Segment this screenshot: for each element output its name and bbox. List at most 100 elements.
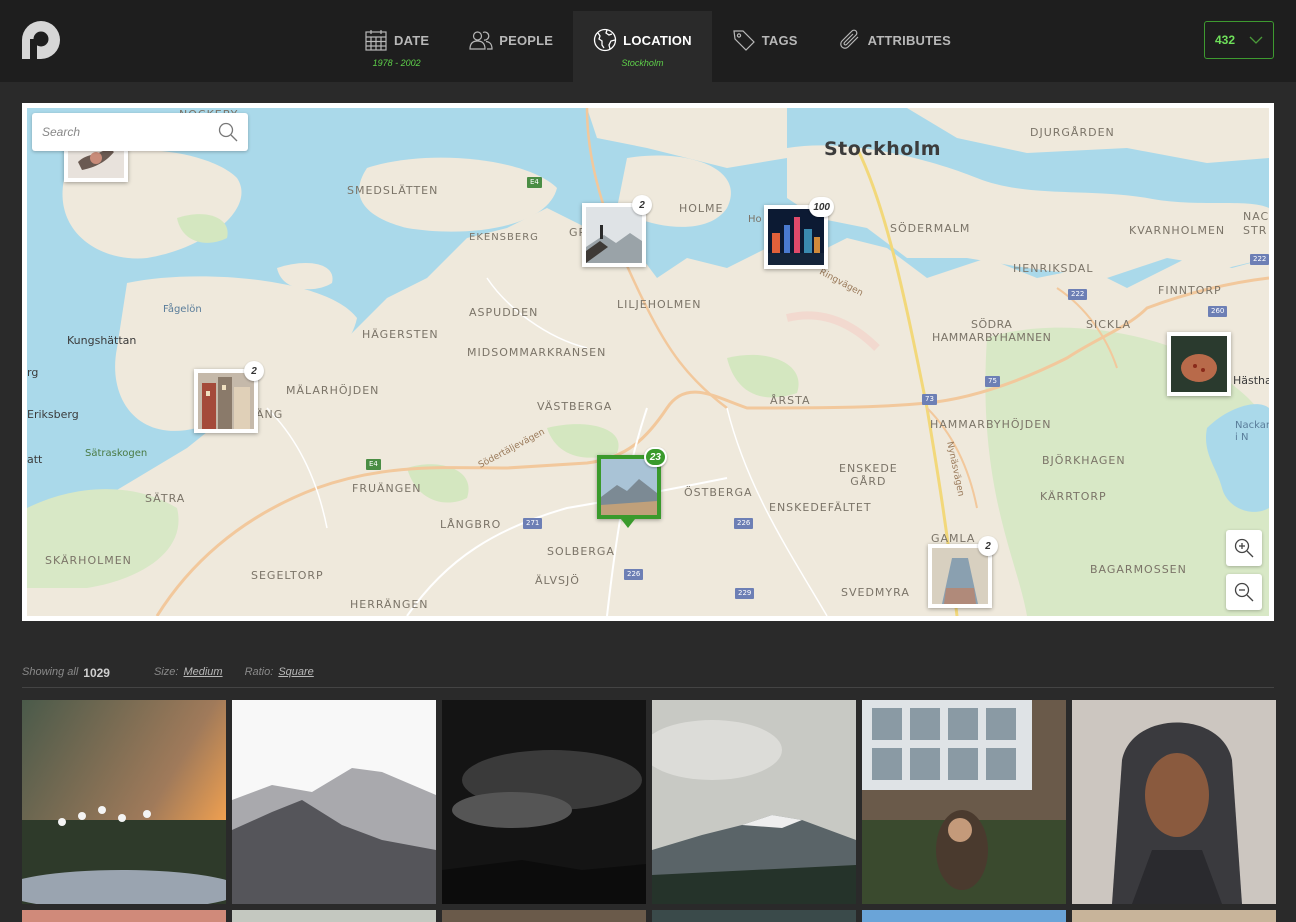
photo-tile[interactable] xyxy=(232,910,436,922)
photo-thumbnail xyxy=(22,910,226,922)
photo-tile[interactable] xyxy=(232,700,436,904)
road-shield: 260 xyxy=(1208,306,1228,317)
map-label-vastberga: VÄSTBERGA xyxy=(537,400,613,413)
map-label-sodermalm: SÖDERMALM xyxy=(890,222,971,235)
map-label-smedslatten: SMEDSLÄTTEN xyxy=(347,184,439,197)
map-label-rg: rg xyxy=(27,366,39,379)
tab-location-value: Stockholm xyxy=(621,58,664,68)
tab-attributes-label: ATTRIBUTES xyxy=(867,32,952,48)
road-shield: 75 xyxy=(985,376,1000,387)
road-shield: 229 xyxy=(735,588,755,599)
app-logo-icon[interactable] xyxy=(22,21,60,59)
map-label-att: att xyxy=(27,453,43,466)
zoom-in-button[interactable] xyxy=(1226,530,1262,566)
tab-people-label: PEOPLE xyxy=(499,32,554,48)
map-search-box xyxy=(32,113,248,151)
photo-tile[interactable] xyxy=(652,910,856,922)
map-label-ho: Ho xyxy=(748,214,762,225)
photo-tile[interactable] xyxy=(862,700,1066,904)
photo-tile[interactable] xyxy=(652,700,856,904)
pin-malarhojden[interactable]: 2 xyxy=(194,361,264,433)
ratio-selector[interactable]: Square xyxy=(278,666,313,678)
photo-tile[interactable] xyxy=(22,910,226,922)
photo-thumbnail xyxy=(862,700,1066,904)
photo-thumbnail xyxy=(652,910,856,922)
road-shield: 222 xyxy=(1068,289,1088,300)
top-bar: DATE 1978 - 2002 PEOPLE LOCATION Stockho… xyxy=(0,0,1296,82)
globe-icon xyxy=(594,28,617,52)
pin-thumbnail xyxy=(932,548,988,604)
tab-location[interactable]: LOCATION Stockholm xyxy=(573,11,712,82)
map-label-sickla: SICKLA xyxy=(1086,318,1132,331)
map-label-nac: NAC xyxy=(1243,210,1269,223)
tab-people[interactable]: PEOPLE xyxy=(449,11,573,82)
map-label-fagelon: Fågelön xyxy=(163,304,202,315)
map-label-alvsjo: ÄLVSJÖ xyxy=(535,574,580,587)
map-label-enskede-gard: ENSKEDE GÅRD xyxy=(839,462,898,488)
ratio-label: Ratio: xyxy=(244,666,274,678)
pin-hornstull[interactable]: 2 xyxy=(582,195,652,267)
result-count-dropdown[interactable]: 432 xyxy=(1204,21,1274,59)
photo-tile[interactable] xyxy=(1072,700,1276,904)
map-view[interactable]: Stockholm DJURGÅRDEN NOCKEBY SMEDSLÄTTEN… xyxy=(27,108,1269,616)
photo-tile[interactable] xyxy=(442,910,646,922)
tab-date-range: 1978 - 2002 xyxy=(372,58,421,68)
map-label-satraskogen: Sätraskogen xyxy=(85,448,148,459)
map-search-input[interactable] xyxy=(42,113,212,151)
tab-tags-label: TAGS xyxy=(761,32,798,48)
photo-thumbnail xyxy=(232,910,436,922)
photo-tile[interactable] xyxy=(442,700,646,904)
size-selector[interactable]: Medium xyxy=(183,666,222,678)
zoom-in-icon xyxy=(1234,538,1254,558)
pin-thumbnail xyxy=(586,207,642,263)
map-label-segeltorp: SEGELTORP xyxy=(251,569,324,582)
photo-thumbnail xyxy=(652,700,856,904)
photo-thumbnail xyxy=(442,700,646,904)
map-label-nackar: Nackar i N xyxy=(1235,420,1269,443)
map-label-hagersten: HÄGERSTEN xyxy=(362,328,439,341)
tab-date[interactable]: DATE 1978 - 2002 xyxy=(344,11,449,82)
pin-thumbnail xyxy=(601,459,657,515)
map-label-fruangen: FRUÄNGEN xyxy=(352,482,422,495)
map-panel: Stockholm DJURGÅRDEN NOCKEBY SMEDSLÄTTEN… xyxy=(22,103,1274,621)
results-info-bar: Showing all 1029 Size: Medium Ratio: Squ… xyxy=(22,666,1274,688)
showing-count: 1029 xyxy=(83,666,110,680)
road-shield: 73 xyxy=(922,394,937,405)
photo-thumbnail xyxy=(442,910,646,922)
map-label-sodra-hammarbyhamnen: SÖDRA HAMMARBYHAMNEN xyxy=(932,318,1052,344)
road-shield: 226 xyxy=(624,569,644,580)
pin-count-badge: 100 xyxy=(809,197,834,217)
map-label-liljeholmen: LILJEHOLMEN xyxy=(617,298,702,311)
map-label-herrangen: HERRÄNGEN xyxy=(350,598,429,611)
pin-thumbnail xyxy=(1171,336,1227,392)
tab-tags[interactable]: TAGS xyxy=(712,11,818,82)
search-icon[interactable] xyxy=(218,122,238,142)
pin-gamla-stan[interactable]: 100 xyxy=(764,197,834,269)
pin-vastberga[interactable]: 23 xyxy=(597,447,667,528)
zoom-out-button[interactable] xyxy=(1226,574,1262,610)
chevron-down-icon xyxy=(1249,36,1263,44)
photo-thumbnail xyxy=(862,910,1066,922)
pin-count-badge: 2 xyxy=(632,195,652,215)
zoom-out-icon xyxy=(1234,582,1254,602)
pin-count-badge: 2 xyxy=(978,536,998,556)
pin-thumbnail xyxy=(198,373,254,429)
result-count: 432 xyxy=(1215,33,1236,47)
pin-count-badge: 2 xyxy=(244,361,264,381)
road-shield: 226 xyxy=(734,518,754,529)
photo-tile[interactable] xyxy=(22,700,226,904)
map-label-langbro: LÅNGBRO xyxy=(440,518,502,531)
map-label-str: STR xyxy=(1243,224,1268,237)
photo-tile[interactable] xyxy=(1072,910,1276,922)
pin-sickla[interactable] xyxy=(1167,332,1231,396)
tab-date-label: DATE xyxy=(394,32,430,48)
photo-thumbnail xyxy=(22,700,226,904)
pin-gamla-enskede[interactable]: 2 xyxy=(928,536,998,608)
map-label-henriksdal: HENRIKSDAL xyxy=(1013,262,1094,275)
tag-icon xyxy=(733,30,755,51)
photo-tile[interactable] xyxy=(862,910,1066,922)
tab-attributes[interactable]: ATTRIBUTES xyxy=(818,11,971,82)
map-label-svedmyra: SVEDMYRA xyxy=(841,586,910,599)
map-label-kvarnholmen: KVARNHOLMEN xyxy=(1129,224,1226,237)
map-label-ekensberg: EKENSBERG xyxy=(469,232,539,243)
